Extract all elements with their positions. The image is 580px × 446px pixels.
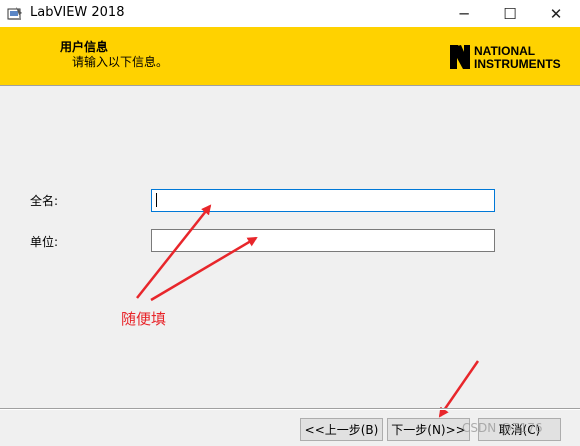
next-button[interactable]: 下一步(N)>> — [387, 418, 470, 441]
footer-divider-highlight — [0, 409, 580, 410]
back-button[interactable]: <<上一步(B) — [300, 418, 383, 441]
annotation-text: 随便填 — [121, 310, 167, 328]
watermark-text: CSDN @7176 — [462, 421, 543, 435]
arrow-to-company — [150, 236, 258, 302]
arrow-to-fullname — [136, 204, 212, 299]
annotation-arrows — [136, 204, 480, 418]
